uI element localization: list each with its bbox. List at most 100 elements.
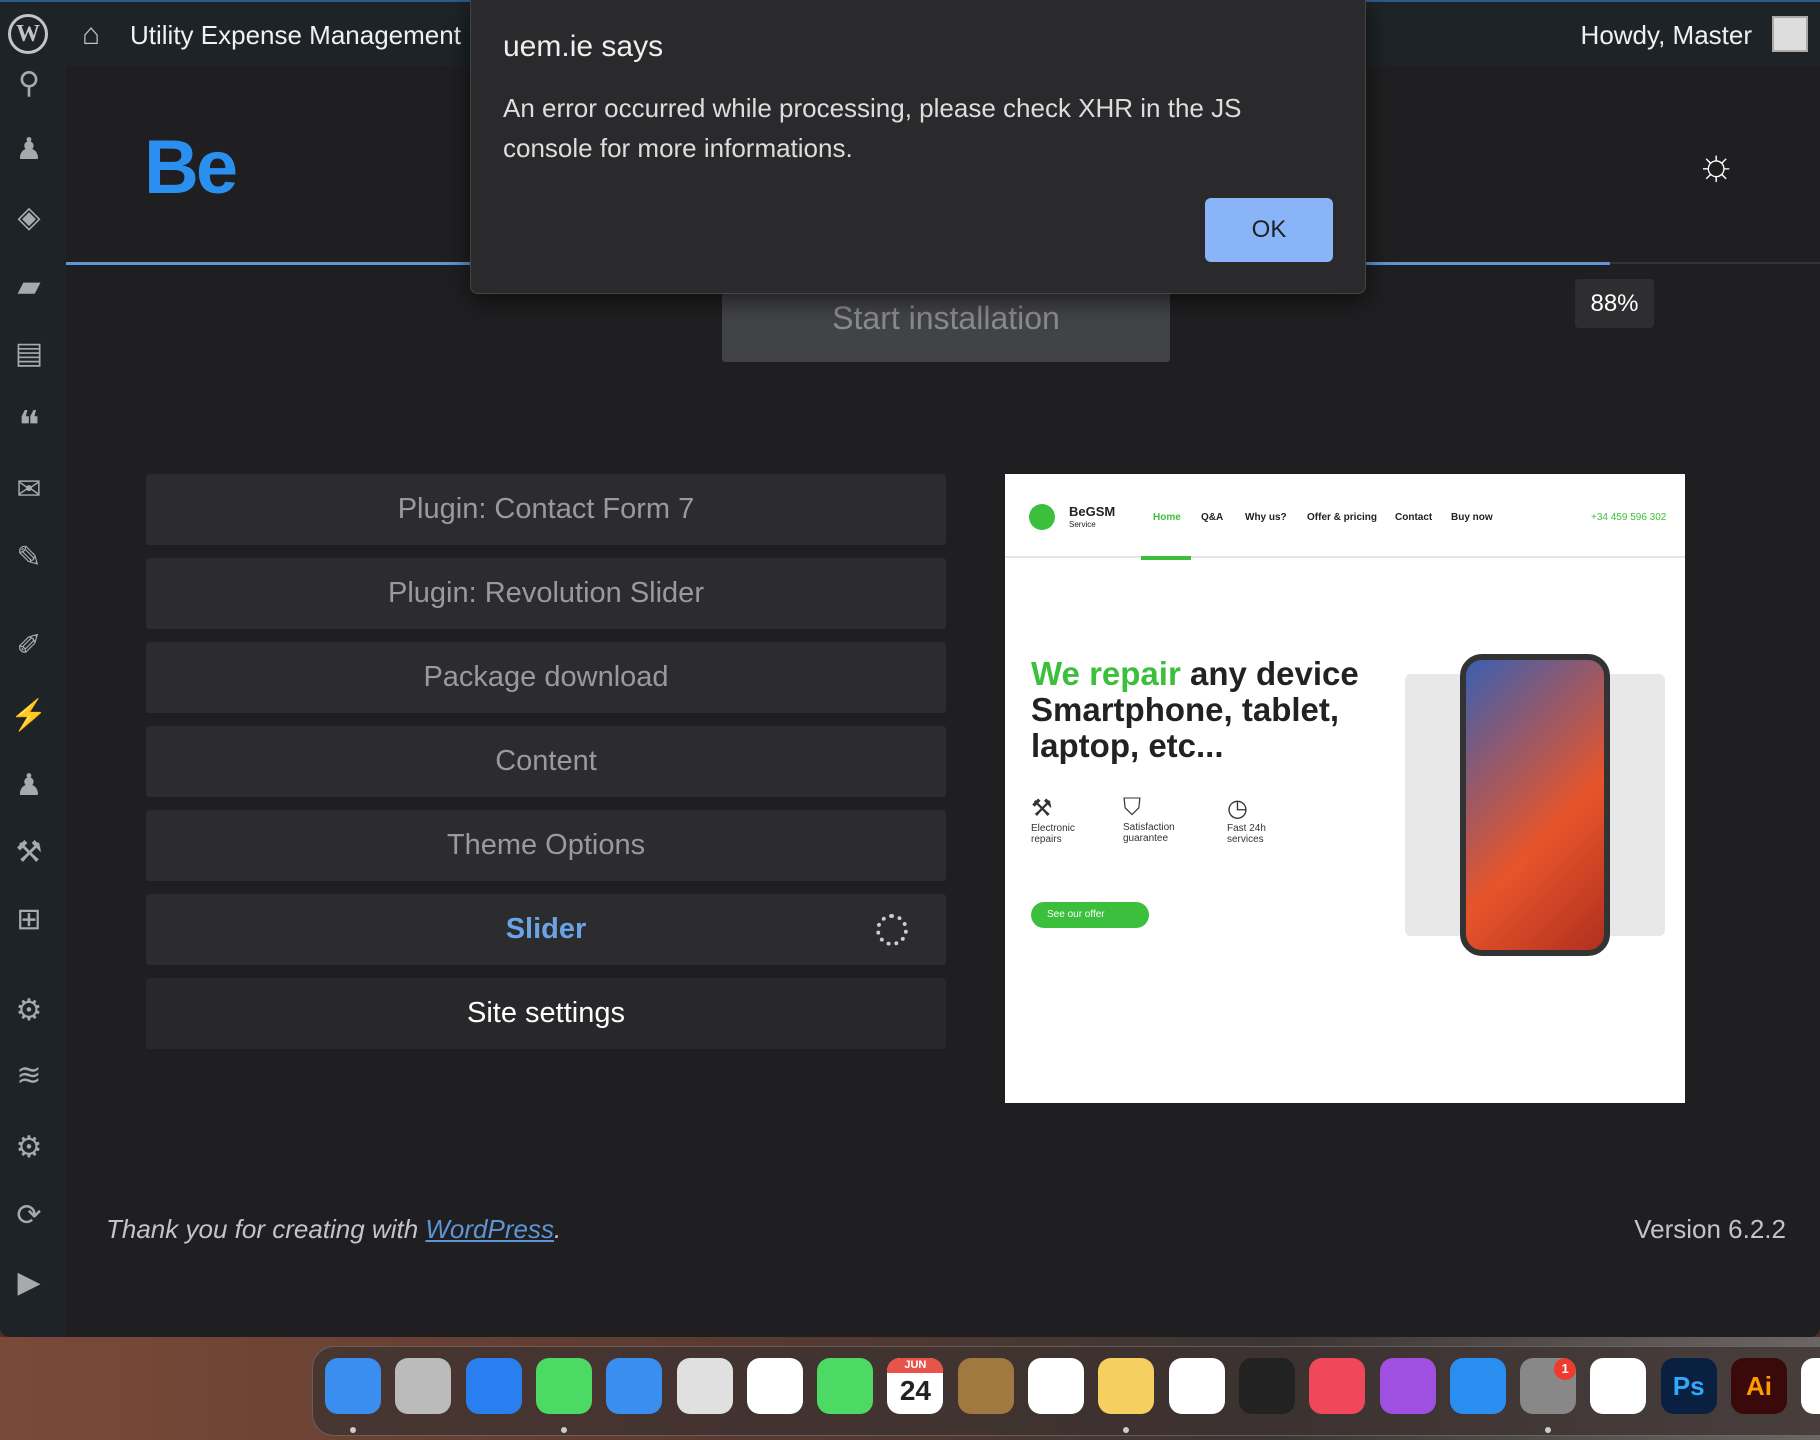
dock-app-calendar[interactable]: 24 JUN (887, 1358, 944, 1414)
dock-app-notes[interactable] (1098, 1358, 1155, 1414)
dock-app-capcut[interactable] (1590, 1358, 1647, 1414)
dock-app-facetime[interactable] (817, 1358, 874, 1414)
install-step: Site settings (146, 978, 946, 1049)
feature: ⛉ Satisfaction guarantee (1123, 794, 1175, 844)
macos-dock: 24 JUN 1 Ps Ai (312, 1346, 1820, 1436)
dock-app-messages[interactable] (535, 1358, 592, 1414)
feature-label: Electronic repairs (1031, 823, 1075, 845)
dock-app-system-settings[interactable]: 1 (1520, 1358, 1577, 1414)
settings-icon[interactable]: ⚙ (0, 1130, 58, 1165)
plugin-icon[interactable]: ⚡ (0, 698, 58, 733)
preview-nav-underline (1141, 556, 1191, 560)
feature-label: Satisfaction guarantee (1123, 822, 1175, 844)
install-step: Plugin: Contact Form 7 (146, 474, 946, 545)
install-step: Plugin: Revolution Slider (146, 558, 946, 629)
footer-thanks: Thank you for creating with WordPress. (106, 1214, 561, 1245)
mail-icon[interactable]: ✉ (0, 472, 58, 507)
footer-period: . (553, 1214, 562, 1244)
dock-app-freeform[interactable] (1168, 1358, 1225, 1414)
play-icon[interactable]: ▶ (0, 1265, 58, 1300)
demo-preview: BeGSM Service Home Q&A Why us? Offer & p… (1005, 474, 1685, 1103)
howdy-user[interactable]: Howdy, Master (1581, 20, 1752, 51)
slides-icon[interactable]: ▤ (0, 336, 58, 371)
notification-badge: 1 (1554, 1358, 1577, 1380)
tag-icon[interactable]: ◈ (0, 200, 58, 235)
feature: ◷ Fast 24h services (1227, 795, 1266, 845)
preview-brand: BeGSM (1069, 504, 1116, 519)
dock-app-safari[interactable] (465, 1358, 522, 1414)
users-icon[interactable]: ♟ (0, 132, 58, 167)
calendar-month: JUN (887, 1358, 944, 1373)
site-name-link[interactable]: Utility Expense Management (130, 20, 461, 51)
admin-sidebar: ⚲ ♟ ◈ ▰ ▤ ❝ ✉ ✎ ✐ ⚡ ♟ ⚒ ⊞ ⚙ ≋ ⚙ ⟳ ▶ (0, 66, 66, 1337)
dock-app-music[interactable] (1309, 1358, 1366, 1414)
wrench-icon[interactable]: ⚒ (0, 835, 58, 870)
wordpress-icon[interactable]: W (8, 14, 48, 54)
hero-accent: We repair (1031, 655, 1181, 692)
edit-icon[interactable]: ✎ (0, 540, 58, 575)
user-icon[interactable]: ♟ (0, 768, 58, 803)
running-indicator (560, 1427, 567, 1433)
dock-app-tv[interactable] (1238, 1358, 1295, 1414)
sync-icon[interactable]: ⟳ (0, 1198, 58, 1233)
home-icon[interactable]: ⌂ (82, 18, 100, 52)
preview-cta: See our offer (1031, 902, 1149, 928)
footer-text: Thank you for creating with (106, 1214, 426, 1244)
wordpress-link[interactable]: WordPress (425, 1214, 554, 1244)
running-indicator (350, 1427, 356, 1433)
install-step: Theme Options (146, 810, 946, 881)
version: Version 6.2.2 (1634, 1214, 1786, 1244)
feature-label: Fast 24h services (1227, 823, 1266, 845)
install-step: Package download (146, 642, 946, 713)
step-label: Slider (505, 913, 587, 945)
dock-app-finder[interactable] (325, 1358, 381, 1414)
ok-button[interactable]: OK (1205, 198, 1333, 262)
dock-app-ps[interactable]: Ps (1660, 1358, 1717, 1414)
preview-phone: +34 459 596 302 (1591, 512, 1667, 523)
feature: ⚒ Electronic repairs (1031, 795, 1075, 845)
preview-nav-item: Why us? (1245, 512, 1287, 523)
dock-app-app-store[interactable] (1449, 1358, 1506, 1414)
gear-icon[interactable]: ⚙ (0, 993, 58, 1028)
dock-app-contacts[interactable] (957, 1358, 1014, 1414)
brush-icon[interactable]: ✐ (0, 628, 58, 663)
layers-icon[interactable]: ≋ (0, 1058, 58, 1093)
step-label: Site settings (467, 997, 625, 1029)
running-indicator (1545, 1427, 1552, 1433)
quote-icon[interactable]: ❝ (0, 403, 58, 449)
dock-app-podcasts[interactable] (1379, 1358, 1436, 1414)
folder-icon[interactable]: ▰ (0, 269, 58, 304)
dialog-title: uem.ie says (503, 30, 664, 63)
sun-icon[interactable]: ☼ (1696, 140, 1736, 190)
loading-spinner-icon (876, 914, 908, 946)
dock-app-chrome[interactable] (1801, 1358, 1820, 1414)
dock-app-photos[interactable] (746, 1358, 803, 1414)
start-installation-button[interactable]: Start installation (722, 290, 1170, 362)
install-step: Slider (146, 894, 946, 965)
dock-app-launchpad[interactable] (395, 1358, 452, 1414)
dock-app-mail[interactable] (606, 1358, 663, 1414)
hubspot-icon[interactable]: ⚲ (0, 66, 58, 101)
dialog-message: An error occurred while processing, plea… (503, 93, 1242, 163)
preview-phone-image (1460, 654, 1610, 956)
step-label: Theme Options (446, 829, 646, 861)
running-indicator (1123, 1427, 1130, 1433)
dock-app-reminders[interactable] (1028, 1358, 1084, 1414)
preview-hero: We repair any device Smartphone, tablet,… (1031, 656, 1371, 764)
be-logo: Be (144, 125, 238, 210)
step-label: Plugin: Revolution Slider (388, 577, 704, 609)
alert-dialog: uem.ie says An error occurred while proc… (470, 0, 1366, 294)
avatar[interactable] (1772, 16, 1808, 52)
preview-nav-item: Offer & pricing (1307, 512, 1378, 523)
step-label: Package download (423, 661, 669, 693)
preview-nav: BeGSM Service Home Q&A Why us? Offer & p… (1005, 474, 1685, 560)
dock-app-ai[interactable]: Ai (1731, 1358, 1787, 1414)
begsm-logo-icon (1029, 504, 1055, 530)
dock-app-maps[interactable] (676, 1358, 733, 1414)
progress-percent: 88% (1575, 279, 1654, 328)
browser-window: W ⌂ Utility Expense Management Howdy, Ma… (0, 0, 1820, 1337)
add-icon[interactable]: ⊞ (0, 902, 58, 937)
install-step: Content (146, 726, 946, 797)
step-label: Plugin: Contact Form 7 (397, 493, 695, 525)
preview-nav-item: Q&A (1201, 512, 1224, 523)
